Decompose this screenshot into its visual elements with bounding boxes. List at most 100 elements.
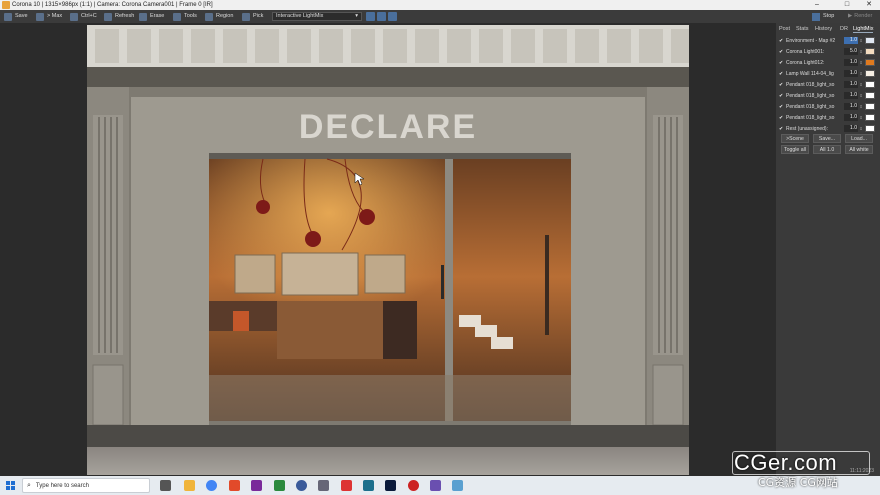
save-lightmix-button[interactable]: Save... bbox=[813, 134, 841, 143]
refresh-icon bbox=[104, 12, 112, 21]
spinner-icon[interactable]: ⇕ bbox=[859, 126, 863, 131]
render-viewport[interactable]: DECLARE bbox=[0, 23, 776, 476]
brave-icon[interactable] bbox=[229, 480, 240, 491]
lightmix-row[interactable]: ✔ Rest (unassigned): 1.0 ⇕ bbox=[779, 124, 877, 133]
lightmix-row-intensity[interactable]: 1.0 bbox=[844, 81, 858, 88]
all-one-button[interactable]: All 1.0 bbox=[813, 145, 841, 154]
check-icon[interactable]: ✔ bbox=[779, 126, 784, 132]
lightmix-row-color-swatch[interactable] bbox=[865, 92, 875, 99]
close-button[interactable]: ✕ bbox=[860, 0, 878, 10]
spinner-icon[interactable]: ⇕ bbox=[859, 71, 863, 76]
lightmix-row-intensity[interactable]: 1.0 bbox=[844, 114, 858, 121]
pick-button[interactable]: Pick bbox=[242, 12, 263, 21]
save-icon bbox=[4, 12, 12, 21]
pick-label: Pick bbox=[253, 13, 264, 19]
lightmix-row-intensity[interactable]: 1.0 bbox=[844, 59, 858, 66]
lightmix-row-intensity[interactable]: 1.0 bbox=[844, 70, 858, 77]
lightmix-row-intensity[interactable]: 5.0 bbox=[844, 48, 858, 55]
max-label: > Max bbox=[47, 13, 63, 19]
app-icon-g[interactable] bbox=[251, 480, 262, 491]
spinner-icon[interactable]: ⇕ bbox=[859, 60, 863, 65]
lightmix-row-color-swatch[interactable] bbox=[865, 59, 875, 66]
tools-button[interactable]: Tools bbox=[173, 12, 197, 21]
all-white-button[interactable]: All white bbox=[845, 145, 873, 154]
task-view-icon[interactable] bbox=[160, 480, 171, 491]
zoom-out-icon[interactable] bbox=[377, 12, 386, 21]
render-label: Render bbox=[854, 13, 873, 19]
lightmix-row-intensity[interactable]: 1.0 bbox=[844, 103, 858, 110]
region-button[interactable]: Region bbox=[205, 12, 233, 21]
app-icon-gray[interactable] bbox=[318, 480, 329, 491]
lightmix-row[interactable]: ✔ Pendant 018_light_so 1.0 ⇕ bbox=[779, 80, 877, 89]
zoom-in-icon[interactable] bbox=[366, 12, 375, 21]
lightmix-row-color-swatch[interactable] bbox=[865, 70, 875, 77]
lightmix-row[interactable]: ✔ Environment - Map #2 1.0 ⇕ bbox=[779, 36, 877, 45]
app-icon-teal[interactable] bbox=[363, 480, 374, 491]
lightmix-row[interactable]: ✔ Pendant 018_light_so 1.0 ⇕ bbox=[779, 91, 877, 100]
photoshop-icon[interactable] bbox=[385, 480, 396, 491]
lightmix-row-name: Pendant 018_light_so bbox=[786, 81, 835, 88]
lightmix-row-intensity[interactable]: 1.0 bbox=[844, 125, 858, 132]
maximize-button[interactable]: □ bbox=[838, 0, 856, 10]
check-icon[interactable]: ✔ bbox=[779, 60, 784, 66]
refresh-button[interactable]: Refresh bbox=[104, 12, 134, 21]
tab-dr[interactable]: DR bbox=[840, 25, 848, 33]
check-icon[interactable]: ✔ bbox=[779, 104, 784, 110]
refresh-label: Refresh bbox=[115, 13, 135, 19]
copy-icon bbox=[70, 12, 78, 21]
tab-post[interactable]: Post bbox=[779, 25, 790, 33]
app-icon-lightblue[interactable] bbox=[452, 480, 463, 491]
to-scene-button[interactable]: >Scene bbox=[781, 134, 809, 143]
file-explorer-icon[interactable] bbox=[184, 480, 195, 491]
save-button[interactable]: Save bbox=[4, 12, 28, 21]
copy-button[interactable]: Ctrl+C bbox=[70, 12, 97, 21]
check-icon[interactable]: ✔ bbox=[779, 38, 784, 44]
stop-button[interactable]: Stop bbox=[812, 12, 842, 21]
toggle-all-button[interactable]: Toggle all bbox=[781, 145, 809, 154]
lightmix-row[interactable]: ✔ Corona Light012: 1.0 ⇕ bbox=[779, 58, 877, 67]
lightmix-row-color-swatch[interactable] bbox=[865, 81, 875, 88]
check-icon[interactable]: ✔ bbox=[779, 115, 784, 121]
app-icon-red[interactable] bbox=[341, 480, 352, 491]
lightmix-row[interactable]: ✔ Corona Light001: 5.0 ⇕ bbox=[779, 47, 877, 56]
check-icon[interactable]: ✔ bbox=[779, 93, 784, 99]
tab-stats[interactable]: Stats bbox=[796, 25, 809, 33]
spinner-icon[interactable]: ⇕ bbox=[859, 38, 863, 43]
spinner-icon[interactable]: ⇕ bbox=[859, 93, 863, 98]
erase-button[interactable]: Erase bbox=[139, 12, 164, 21]
lightmix-row[interactable]: ✔ Pendant 018_light_so 1.0 ⇕ bbox=[779, 102, 877, 111]
lightmix-row-color-swatch[interactable] bbox=[865, 48, 875, 55]
max-button[interactable]: > Max bbox=[36, 12, 62, 21]
lightmix-row-intensity[interactable]: 1.0 bbox=[844, 37, 858, 44]
load-lightmix-button[interactable]: Load... bbox=[845, 134, 873, 143]
spinner-icon[interactable]: ⇕ bbox=[859, 49, 863, 54]
lightmix-row-color-swatch[interactable] bbox=[865, 114, 875, 121]
lightmix-row[interactable]: ✔ Pendant 018_light_so 1.0 ⇕ bbox=[779, 113, 877, 122]
check-icon[interactable]: ✔ bbox=[779, 82, 784, 88]
lightmix-row-color-swatch[interactable] bbox=[865, 125, 875, 132]
watermark-sub-text: CG资源 CG网站 bbox=[758, 476, 838, 489]
lightmix-row-color-swatch[interactable] bbox=[865, 37, 875, 44]
tab-history[interactable]: History bbox=[815, 25, 832, 33]
check-icon[interactable]: ✔ bbox=[779, 71, 784, 77]
taskbar-search-input[interactable]: ⌕ Type here to search bbox=[22, 478, 150, 493]
zoom-fit-icon[interactable] bbox=[388, 12, 397, 21]
chrome-icon[interactable] bbox=[206, 480, 217, 491]
app-icon-green[interactable] bbox=[274, 480, 285, 491]
windows-start-icon[interactable] bbox=[6, 481, 15, 490]
lightmix-row-intensity[interactable]: 1.0 bbox=[844, 92, 858, 99]
spinner-icon[interactable]: ⇕ bbox=[859, 115, 863, 120]
app-icon-red-circle[interactable] bbox=[408, 480, 419, 491]
app-icon-purple[interactable] bbox=[430, 480, 441, 491]
channel-dropdown[interactable]: Interactive LightMix ▾ bbox=[272, 12, 362, 21]
render-button[interactable]: ▶ Render bbox=[848, 12, 872, 21]
lightmix-row-color-swatch[interactable] bbox=[865, 103, 875, 110]
app-icon-blue[interactable] bbox=[296, 480, 307, 491]
channel-dropdown-value: Interactive LightMix bbox=[276, 13, 324, 19]
minimize-button[interactable]: – bbox=[808, 0, 826, 10]
tab-lightmix[interactable]: LightMix bbox=[853, 25, 874, 33]
lightmix-row[interactable]: ✔ Lamp Wall 114-04_lig 1.0 ⇕ bbox=[779, 69, 877, 78]
spinner-icon[interactable]: ⇕ bbox=[859, 82, 863, 87]
check-icon[interactable]: ✔ bbox=[779, 49, 784, 55]
spinner-icon[interactable]: ⇕ bbox=[859, 104, 863, 109]
